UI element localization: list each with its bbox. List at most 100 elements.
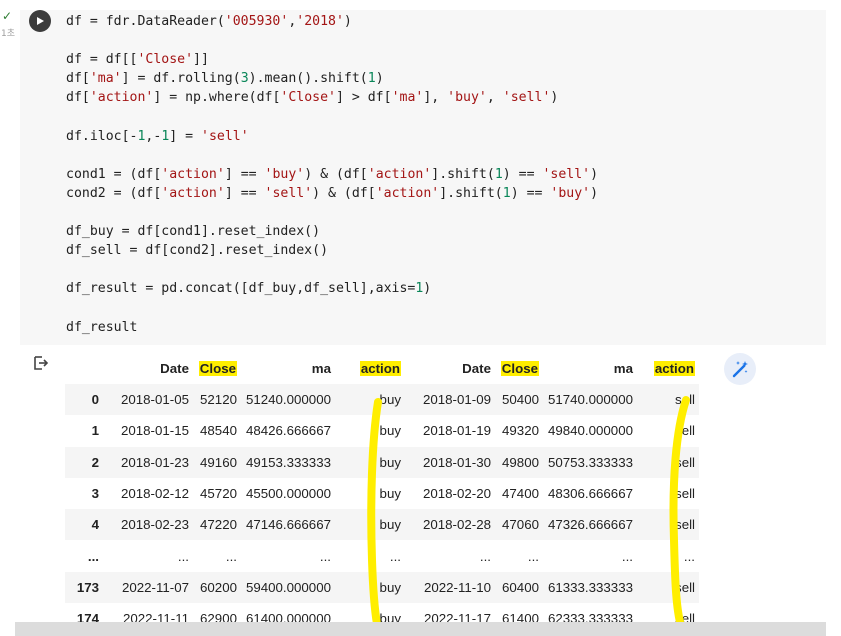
code-token: ,- — [145, 128, 162, 144]
code-token: ] == — [224, 185, 265, 201]
table-cell: 49153.333333 — [245, 454, 331, 470]
code-editor[interactable]: df = fdr.DataReader('005930','2018') df … — [66, 12, 598, 337]
code-line: df = df[['Close']] — [66, 50, 598, 69]
column-header: ma — [241, 353, 335, 384]
column-header-label: Close — [198, 361, 237, 376]
table-cell: buy — [379, 486, 401, 502]
table-cell: 49160 — [200, 454, 237, 470]
table-cell: 60400 — [502, 579, 539, 595]
table-cell: ... — [319, 548, 331, 564]
code-token: 'action' — [161, 166, 225, 182]
table-cell: 49320 — [502, 423, 539, 439]
code-token: df.iloc[- — [66, 128, 138, 144]
output-redirect-icon[interactable] — [33, 355, 49, 371]
table-cell: buy — [379, 611, 401, 622]
code-token: ) == — [510, 185, 551, 201]
column-header: action — [637, 353, 699, 384]
table-row: 0 2018-01-05 52120 51240.000000 buy 2018-01-0… — [65, 384, 699, 416]
code-token: 'sell' — [502, 90, 551, 106]
code-token: ].shift( — [439, 185, 503, 201]
table-cell: 52120 — [200, 392, 237, 408]
code-line: df.iloc[-1,-1] = 'sell' — [66, 127, 598, 146]
column-header: Date — [405, 353, 495, 384]
table-cell: ... — [621, 548, 633, 564]
table-cell: buy — [379, 392, 401, 408]
table-cell: 47326.666667 — [547, 517, 633, 533]
cell-output: Date Close ma action Date Close ma action 0 2018… — [15, 345, 826, 622]
code-token: ] = df.rolling( — [121, 71, 241, 87]
table-cell: 61400.000000 — [245, 611, 331, 622]
table-cell: 45720 — [200, 486, 237, 502]
row-index: 0 — [91, 392, 99, 408]
column-header-label: action — [359, 361, 401, 376]
code-token: ]] — [193, 52, 209, 68]
table-cell: 47400 — [502, 486, 539, 502]
table-cell: 49840.000000 — [547, 423, 633, 439]
table-cell: 47060 — [502, 517, 539, 533]
table-cell: sell — [675, 517, 695, 533]
table-cell: 48426.666667 — [245, 423, 331, 439]
code-token: df[ — [66, 71, 90, 87]
magic-wand-icon — [732, 361, 748, 378]
code-token: df_buy = df[cond1].reset_index() — [66, 224, 321, 240]
table-cell: sell — [675, 423, 695, 439]
column-header-label: ma — [311, 361, 331, 376]
table-cell: 2018-02-20 — [422, 486, 491, 502]
code-token: ) — [550, 90, 559, 106]
row-index: 2 — [91, 454, 99, 470]
table-cell: 2022-11-17 — [423, 611, 491, 622]
code-token: 'action' — [89, 90, 154, 106]
code-line: df_result — [66, 318, 598, 337]
table-cell: 2018-01-15 — [120, 423, 189, 439]
table-row: 174 2022-11-11 62900 61400.000000 buy 2022-11… — [65, 603, 699, 622]
code-line: cond1 = (df['action'] == 'buy') & (df['a… — [66, 165, 598, 184]
table-cell: 2018-01-19 — [422, 423, 491, 439]
check-icon: ✓ — [2, 9, 13, 23]
code-cell[interactable]: df = fdr.DataReader('005930','2018') df … — [20, 10, 826, 345]
code-token: ) — [590, 166, 599, 182]
left-gutter — [0, 0, 15, 636]
code-line: df = fdr.DataReader('005930','2018') — [66, 12, 598, 31]
code-token: df[ — [66, 90, 90, 106]
code-token: 3 — [240, 71, 249, 87]
table-cell: 2018-02-12 — [120, 486, 189, 502]
code-token: 1 — [494, 166, 503, 182]
table-cell: ... — [527, 548, 539, 564]
table-cell: ... — [225, 548, 237, 564]
code-token: df_result — [66, 319, 138, 335]
row-index: ... — [87, 548, 99, 564]
table-cell: 62900 — [200, 611, 237, 622]
column-header: Close — [193, 353, 241, 384]
code-token: cond2 = (df[ — [66, 185, 162, 201]
run-cell-button[interactable] — [29, 10, 51, 32]
table-cell: 48306.666667 — [547, 486, 633, 502]
table-row: 2 2018-01-23 49160 49153.333333 buy 2018-01-3… — [65, 446, 699, 478]
code-token: ) == — [502, 166, 543, 182]
code-line: df_result = pd.concat([df_buy,df_sell],a… — [66, 279, 598, 298]
code-token: ) — [590, 185, 599, 201]
code-token: df = fdr.DataReader( — [66, 14, 225, 29]
code-token: df_sell = df[cond2].reset_index() — [66, 243, 329, 259]
table-cell: 2018-01-09 — [422, 392, 491, 408]
code-token: ] = np.where(df[ — [153, 90, 281, 106]
table-cell: 2022-11-11 — [122, 611, 189, 622]
table-cell: ... — [389, 548, 401, 564]
table-row: ........................... — [65, 540, 699, 572]
code-token: 'sell' — [542, 166, 591, 182]
top-strip — [15, 0, 826, 8]
dataframe-table: Date Close ma action Date Close ma action 0 2018… — [65, 353, 699, 622]
table-cell: 49800 — [502, 454, 539, 470]
table-cell: sell — [675, 392, 695, 408]
code-token: 'sell' — [264, 185, 313, 201]
column-header — [65, 353, 103, 384]
bottom-scroll-area[interactable] — [15, 622, 826, 636]
code-token: 'sell' — [201, 128, 249, 144]
code-token: ) & (df[ — [304, 166, 368, 182]
column-header-label: Date — [160, 361, 189, 376]
code-line: df['ma'] = df.rolling(3).mean().shift(1) — [66, 69, 598, 88]
suggest-charts-button[interactable] — [724, 353, 756, 385]
